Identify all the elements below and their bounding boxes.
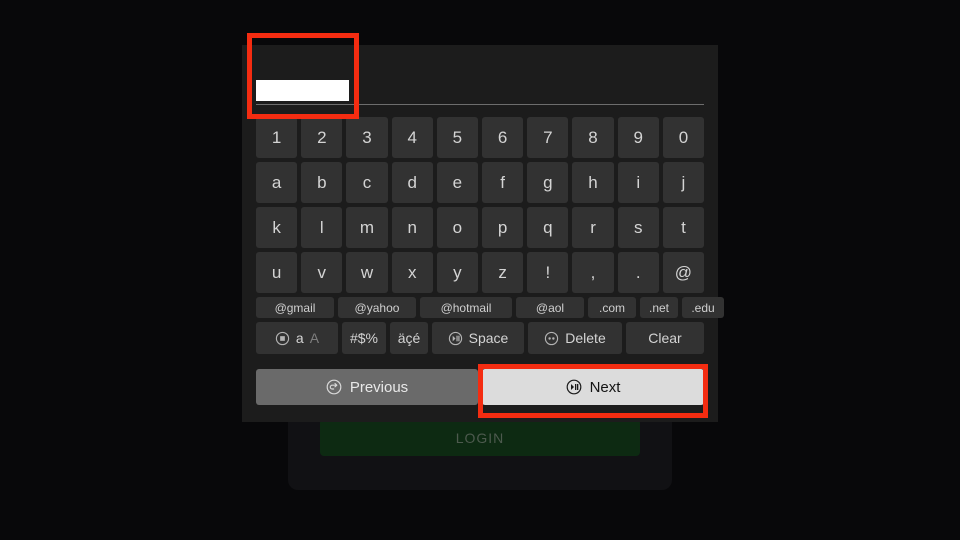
domain-key-com[interactable]: .com <box>588 297 636 318</box>
case-toggle-key[interactable]: aA <box>256 322 338 354</box>
key-k[interactable]: k <box>256 207 298 248</box>
key-0[interactable]: 0 <box>662 117 705 158</box>
key-t[interactable]: t <box>662 207 705 248</box>
key-d[interactable]: d <box>391 162 433 203</box>
previous-button-label: Previous <box>349 378 409 396</box>
key-u[interactable]: u <box>256 252 298 293</box>
key-a[interactable]: a <box>256 162 298 203</box>
login-button[interactable]: LOGIN <box>320 419 640 456</box>
symbols-key[interactable]: #$% <box>342 322 386 354</box>
login-button-label: LOGIN <box>455 429 505 446</box>
key-comma[interactable]: , <box>572 252 614 293</box>
key-5[interactable]: 5 <box>436 117 479 158</box>
key-p[interactable]: p <box>482 207 524 248</box>
accents-key[interactable]: äçé <box>390 322 428 354</box>
key-2[interactable]: 2 <box>301 117 343 158</box>
delete-key[interactable]: Delete <box>528 322 622 354</box>
key-q[interactable]: q <box>527 207 569 248</box>
domain-key-edu[interactable]: .edu <box>682 297 724 318</box>
screen: LOGIN 1 2 3 4 5 6 7 8 9 0 a b c d e f g … <box>0 0 960 540</box>
key-8[interactable]: 8 <box>572 117 614 158</box>
key-g[interactable]: g <box>527 162 569 203</box>
key-z[interactable]: z <box>482 252 524 293</box>
key-6[interactable]: 6 <box>482 117 524 158</box>
domain-key-aol[interactable]: @aol <box>516 297 584 318</box>
delete-key-label: Delete <box>565 330 606 346</box>
domain-key-yahoo[interactable]: @yahoo <box>338 297 416 318</box>
text-input-area <box>242 45 718 104</box>
key-exclamation[interactable]: ! <box>527 252 569 293</box>
key-row-k-t: k l m n o p q r s t <box>256 207 705 248</box>
key-7[interactable]: 7 <box>527 117 569 158</box>
key-x[interactable]: x <box>391 252 433 293</box>
key-4[interactable]: 4 <box>391 117 433 158</box>
function-row: aA #$% äçé Space Delete Clear <box>256 322 704 354</box>
key-r[interactable]: r <box>572 207 614 248</box>
key-b[interactable]: b <box>301 162 343 203</box>
key-l[interactable]: l <box>301 207 343 248</box>
key-3[interactable]: 3 <box>346 117 388 158</box>
play-pause-circle-icon <box>566 379 582 395</box>
key-v[interactable]: v <box>301 252 343 293</box>
key-row-digits: 1 2 3 4 5 6 7 8 9 0 <box>256 117 705 158</box>
key-e[interactable]: e <box>436 162 479 203</box>
case-lower-label: a <box>295 330 304 346</box>
domain-key-net[interactable]: .net <box>640 297 678 318</box>
key-c[interactable]: c <box>346 162 388 203</box>
key-m[interactable]: m <box>346 207 388 248</box>
domain-shortcut-row: @gmail @yahoo @hotmail @aol .com .net .e… <box>256 297 724 318</box>
key-j[interactable]: j <box>662 162 705 203</box>
key-period[interactable]: . <box>617 252 659 293</box>
next-button[interactable]: Next <box>482 369 704 405</box>
onscreen-keyboard-panel: 1 2 3 4 5 6 7 8 9 0 a b c d e f g h i j … <box>242 45 724 422</box>
back-arrow-circle-icon <box>326 379 342 395</box>
case-upper-label: A <box>309 330 320 346</box>
input-separator <box>256 104 704 105</box>
key-n[interactable]: n <box>391 207 433 248</box>
stop-circle-icon <box>275 331 290 346</box>
navigation-row: Previous Next <box>256 369 704 405</box>
space-key-label: Space <box>468 330 509 346</box>
domain-key-hotmail[interactable]: @hotmail <box>420 297 512 318</box>
space-key[interactable]: Space <box>432 322 524 354</box>
key-h[interactable]: h <box>572 162 614 203</box>
key-row-a-j: a b c d e f g h i j <box>256 162 705 203</box>
key-i[interactable]: i <box>617 162 659 203</box>
play-pause-circle-icon <box>448 331 463 346</box>
key-1[interactable]: 1 <box>256 117 298 158</box>
clear-key[interactable]: Clear <box>626 322 704 354</box>
keyboard-rows: 1 2 3 4 5 6 7 8 9 0 a b c d e f g h i j … <box>256 117 724 358</box>
previous-button[interactable]: Previous <box>256 369 478 405</box>
next-button-label: Next <box>589 378 621 396</box>
key-s[interactable]: s <box>617 207 659 248</box>
key-f[interactable]: f <box>482 162 524 203</box>
pause-circle-icon <box>544 331 559 346</box>
key-at-sign[interactable]: @ <box>662 252 705 293</box>
text-input-field[interactable] <box>256 80 349 101</box>
key-o[interactable]: o <box>436 207 479 248</box>
domain-key-gmail[interactable]: @gmail <box>256 297 334 318</box>
key-9[interactable]: 9 <box>617 117 659 158</box>
key-w[interactable]: w <box>346 252 388 293</box>
key-row-u-z-punct: u v w x y z ! , . @ <box>256 252 705 293</box>
key-y[interactable]: y <box>436 252 479 293</box>
